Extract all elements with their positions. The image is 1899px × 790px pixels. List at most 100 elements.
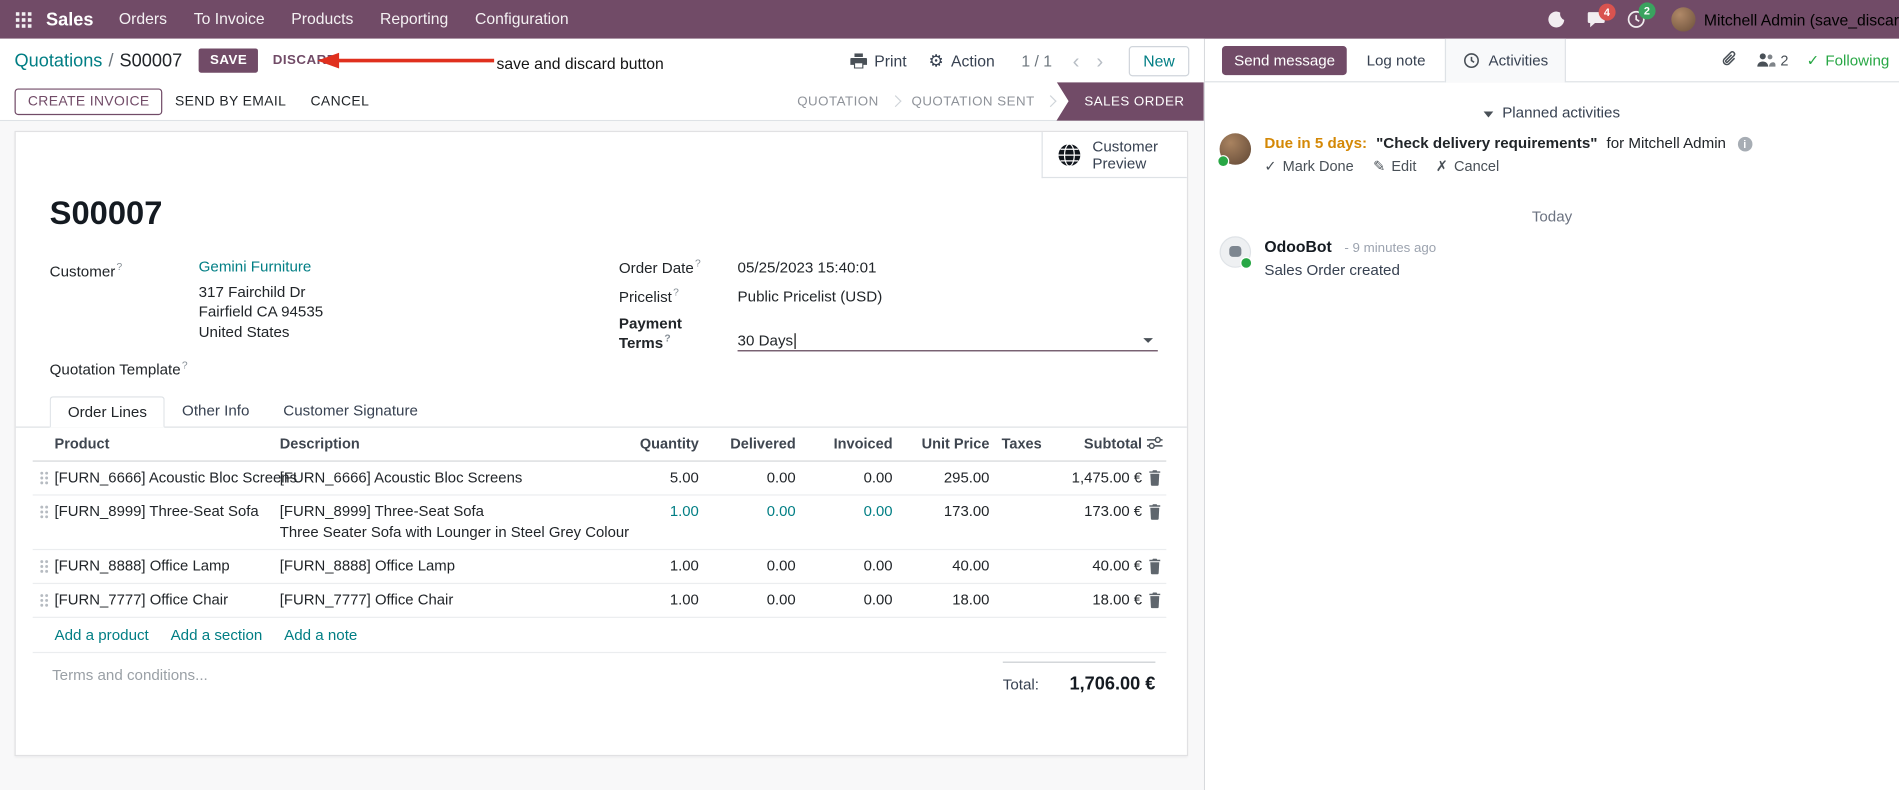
state-quotation[interactable]: QUOTATION: [786, 82, 889, 121]
cell-delivered[interactable]: 0.00: [701, 502, 798, 523]
col-product[interactable]: Product: [54, 434, 279, 455]
pager-next-icon[interactable]: [1088, 50, 1112, 71]
cell-delivered[interactable]: 0.00: [701, 590, 798, 611]
new-button[interactable]: New: [1128, 45, 1190, 76]
delete-row-icon[interactable]: [1148, 470, 1161, 486]
order-date-field[interactable]: 05/25/2023 15:40:01: [738, 259, 877, 276]
pricelist-field[interactable]: Public Pricelist (USD): [738, 289, 883, 306]
edit-activity-button[interactable]: Edit: [1373, 158, 1416, 175]
customer-city: Fairfield CA 94535: [198, 303, 324, 321]
nav-menu-to-invoice[interactable]: To Invoice: [180, 0, 278, 39]
table-row[interactable]: [FURN_8999] Three-Seat Sofa [FURN_8999] …: [32, 496, 1167, 551]
info-icon[interactable]: [1737, 136, 1753, 152]
pager-previous-icon[interactable]: [1064, 50, 1088, 71]
tab-customer-signature[interactable]: Customer Signature: [266, 396, 435, 426]
cell-description[interactable]: [FURN_6666] Acoustic Bloc Screens: [280, 468, 607, 489]
cell-product[interactable]: [FURN_7777] Office Chair: [54, 590, 279, 611]
activities-tab[interactable]: Activities: [1444, 38, 1567, 82]
print-button[interactable]: Print: [850, 51, 907, 70]
tab-order-lines[interactable]: Order Lines: [49, 396, 166, 428]
message-author[interactable]: OdooBot: [1264, 237, 1331, 255]
customer-link[interactable]: Gemini Furniture: [199, 257, 312, 282]
col-subtotal[interactable]: Subtotal: [1055, 434, 1145, 455]
col-invoiced[interactable]: Invoiced: [798, 434, 895, 455]
activity-line: Due in 5 days: "Check delivery requireme…: [1264, 133, 1753, 154]
cell-unit-price[interactable]: 40.00: [895, 556, 992, 577]
cell-product[interactable]: [FURN_6666] Acoustic Bloc Screens: [54, 468, 297, 489]
cell-unit-price[interactable]: 295.00: [895, 468, 992, 489]
col-taxes[interactable]: Taxes: [992, 434, 1055, 455]
drag-handle-icon[interactable]: [38, 593, 49, 609]
cell-invoiced[interactable]: 0.00: [798, 468, 895, 489]
cell-delivered[interactable]: 0.00: [701, 468, 798, 489]
drag-handle-icon[interactable]: [38, 504, 49, 520]
action-button[interactable]: Action: [928, 51, 995, 69]
log-note-button[interactable]: Log note: [1367, 51, 1426, 68]
add-note-link[interactable]: Add a note: [284, 626, 357, 643]
followers-button[interactable]: 2: [1756, 51, 1788, 68]
cell-product[interactable]: [FURN_8999] Three-Seat Sofa: [54, 502, 279, 523]
col-unit-price[interactable]: Unit Price: [895, 434, 992, 455]
cell-unit-price[interactable]: 173.00: [895, 502, 992, 523]
quotation-template-label: Quotation Template?: [49, 358, 188, 379]
add-product-link[interactable]: Add a product: [54, 626, 148, 643]
nav-menu-configuration[interactable]: Configuration: [462, 0, 582, 39]
delete-row-icon[interactable]: [1148, 504, 1161, 520]
cell-quantity[interactable]: 1.00: [607, 502, 701, 523]
nav-menu-orders[interactable]: Orders: [106, 0, 181, 39]
delete-row-icon[interactable]: [1148, 592, 1161, 609]
payment-terms-field[interactable]: 30 Days: [737, 333, 1158, 352]
nav-menu-reporting[interactable]: Reporting: [367, 0, 462, 39]
cell-unit-price[interactable]: 18.00: [895, 590, 992, 611]
activities-clock-icon[interactable]: 2: [1626, 2, 1656, 29]
state-sales-order-active[interactable]: SALES ORDER: [1056, 81, 1204, 121]
cell-invoiced[interactable]: 0.00: [798, 590, 895, 611]
create-invoice-button[interactable]: CREATE INVOICE: [14, 87, 163, 115]
nav-menu-products[interactable]: Products: [278, 0, 367, 39]
cancel-button[interactable]: CANCEL: [298, 89, 381, 113]
clock-icon: [1464, 52, 1480, 68]
cell-description[interactable]: [FURN_7777] Office Chair: [280, 590, 607, 611]
save-button[interactable]: SAVE: [199, 48, 259, 73]
planned-activities-header[interactable]: Planned activities: [1205, 104, 1899, 121]
table-row[interactable]: [FURN_7777] Office Chair [FURN_7777] Off…: [32, 584, 1167, 618]
terms-placeholder[interactable]: Terms and conditions...: [52, 666, 208, 683]
optional-columns-icon[interactable]: [1146, 436, 1163, 450]
drag-handle-icon[interactable]: [38, 470, 49, 486]
cell-invoiced[interactable]: 0.00: [798, 502, 895, 523]
cell-product[interactable]: [FURN_8888] Office Lamp: [54, 556, 279, 577]
following-button[interactable]: Following: [1807, 51, 1889, 69]
cell-quantity[interactable]: 1.00: [607, 590, 701, 611]
app-name[interactable]: Sales: [46, 9, 93, 30]
cell-subtotal: 173.00 €: [1084, 502, 1143, 520]
state-quotation-sent[interactable]: QUOTATION SENT: [901, 82, 1046, 121]
attach-files-button[interactable]: [1721, 49, 1738, 71]
add-section-link[interactable]: Add a section: [171, 626, 263, 643]
col-delivered[interactable]: Delivered: [701, 434, 798, 455]
cell-delivered[interactable]: 0.00: [701, 556, 798, 577]
breadcrumb-quotations[interactable]: Quotations: [15, 50, 103, 71]
cell-quantity[interactable]: 5.00: [607, 468, 701, 489]
cell-description[interactable]: [FURN_8999] Three-Seat Sofa Three Seater …: [280, 502, 629, 543]
col-quantity[interactable]: Quantity: [607, 434, 701, 455]
mark-done-button[interactable]: Mark Done: [1264, 158, 1354, 175]
cell-quantity[interactable]: 1.00: [607, 556, 701, 577]
messages-icon[interactable]: 4: [1586, 3, 1616, 28]
cell-invoiced[interactable]: 0.00: [798, 556, 895, 577]
cancel-activity-button[interactable]: Cancel: [1436, 158, 1499, 175]
col-description[interactable]: Description: [280, 434, 607, 455]
messages-badge: 4: [1598, 3, 1616, 20]
apps-grid-icon[interactable]: [10, 6, 37, 33]
cell-description[interactable]: [FURN_8888] Office Lamp: [280, 556, 607, 577]
tab-other-info[interactable]: Other Info: [165, 396, 266, 426]
customer-preview-button[interactable]: Customer Preview: [1041, 132, 1187, 179]
table-row[interactable]: [FURN_8888] Office Lamp [FURN_8888] Offi…: [32, 550, 1167, 585]
delete-row-icon[interactable]: [1148, 558, 1161, 575]
table-row[interactable]: [FURN_6666] Acoustic Bloc Screens [FURN_…: [32, 462, 1167, 496]
send-by-email-button[interactable]: SEND BY EMAIL: [163, 89, 299, 113]
user-menu[interactable]: Mitchell Admin (save_discar: [1671, 7, 1899, 32]
send-message-button[interactable]: Send message: [1221, 45, 1348, 75]
moon-icon[interactable]: [1548, 10, 1566, 28]
drag-handle-icon[interactable]: [38, 559, 49, 575]
dropdown-caret-icon[interactable]: [1143, 338, 1153, 344]
